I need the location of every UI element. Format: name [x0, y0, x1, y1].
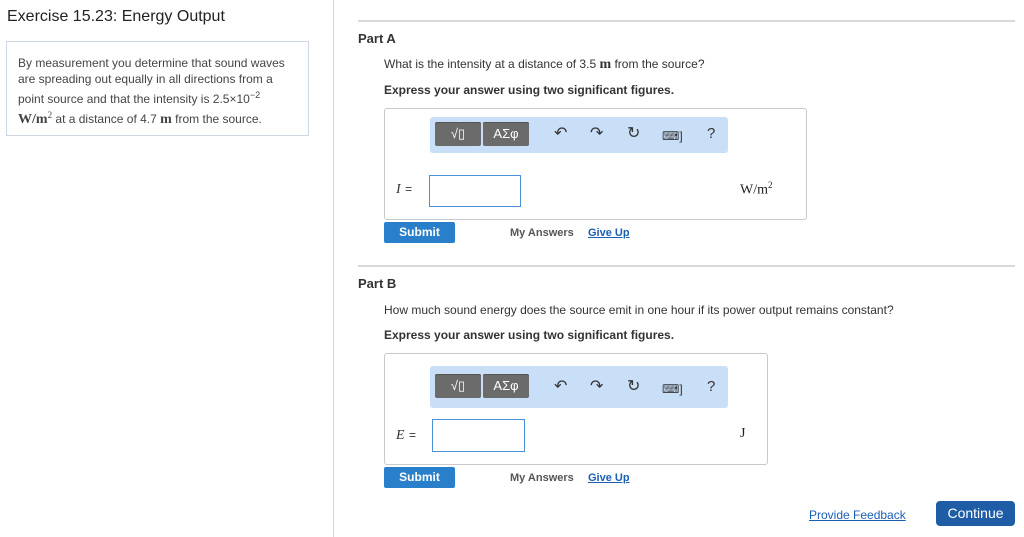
part-a-toolbar: √▯ ΑΣφ ↶ ↷ ↻ ⌨] ? — [430, 117, 728, 153]
part-b-give-up-link[interactable]: Give Up — [588, 472, 630, 484]
redo-icon[interactable]: ↷ — [590, 378, 603, 396]
part-b-instruction: Express your answer using two significan… — [384, 328, 675, 342]
redo-icon[interactable]: ↷ — [590, 125, 603, 143]
part-a-divider — [358, 20, 1015, 22]
keyboard-icon[interactable]: ⌨] — [662, 380, 683, 398]
templates-icon[interactable]: √▯ — [435, 122, 481, 146]
templates-icon[interactable]: √▯ — [435, 374, 481, 398]
greek-symbols-icon[interactable]: ΑΣφ — [483, 122, 529, 146]
provide-feedback-link[interactable]: Provide Feedback — [809, 508, 906, 522]
greek-symbols-icon[interactable]: ΑΣφ — [483, 374, 529, 398]
part-b-variable: E = — [396, 428, 417, 443]
part-a-variable: I = — [396, 182, 413, 197]
problem-line-4: W/m2 at a distance of 4.7 m from the sou… — [18, 110, 262, 127]
reset-icon[interactable]: ↻ — [627, 125, 640, 143]
part-b-question: How much sound energy does the source em… — [384, 303, 894, 317]
part-b-divider — [358, 265, 1015, 267]
help-icon[interactable]: ? — [707, 125, 715, 143]
part-a-answer-input[interactable] — [429, 175, 521, 207]
part-a-question: What is the intensity at a distance of 3… — [384, 57, 705, 72]
part-a-label: Part A — [358, 31, 396, 46]
part-b-answer-box: √▯ ΑΣφ ↶ ↷ ↻ ⌨] ? E = J — [384, 353, 768, 465]
problem-line-1: By measurement you determine that sound … — [18, 56, 285, 70]
help-icon[interactable]: ? — [707, 378, 715, 396]
part-a-answer-box: √▯ ΑΣφ ↶ ↷ ↻ ⌨] ? I = W/m2 — [384, 108, 807, 220]
part-b-my-answers[interactable]: My Answers — [510, 472, 574, 484]
problem-statement: By measurement you determine that sound … — [6, 41, 309, 136]
undo-icon[interactable]: ↶ — [554, 378, 567, 396]
part-b-answer-input[interactable] — [432, 419, 525, 452]
problem-line-2: are spreading out equally in all directi… — [18, 72, 273, 86]
continue-button[interactable]: Continue — [936, 501, 1015, 526]
undo-icon[interactable]: ↶ — [554, 125, 567, 143]
keyboard-icon[interactable]: ⌨] — [662, 127, 683, 145]
part-a-unit: W/m2 — [740, 180, 773, 198]
part-a-instruction: Express your answer using two significan… — [384, 83, 675, 97]
exercise-title: Exercise 15.23: Energy Output — [7, 8, 225, 25]
part-a-my-answers[interactable]: My Answers — [510, 227, 574, 239]
part-b-unit: J — [740, 426, 746, 441]
part-a-give-up-link[interactable]: Give Up — [588, 227, 630, 239]
reset-icon[interactable]: ↻ — [627, 378, 640, 396]
part-b-toolbar: √▯ ΑΣφ ↶ ↷ ↻ ⌨] ? — [430, 366, 728, 408]
problem-line-3: point source and that the intensity is 2… — [18, 90, 261, 106]
part-b-label: Part B — [358, 276, 397, 291]
part-a-submit-button[interactable]: Submit — [384, 222, 455, 243]
part-b-submit-button[interactable]: Submit — [384, 467, 455, 488]
